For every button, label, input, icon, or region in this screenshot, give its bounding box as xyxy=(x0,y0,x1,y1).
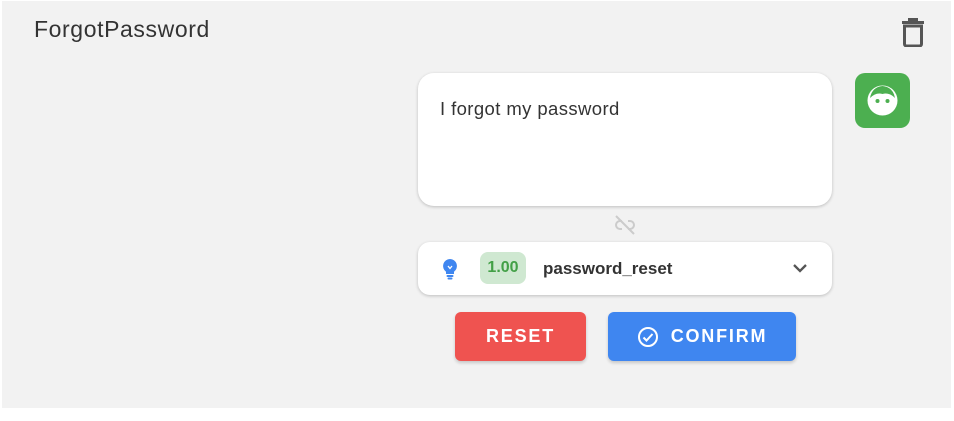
chevron-down-icon[interactable] xyxy=(790,258,810,278)
confirm-button[interactable]: CONFIRM xyxy=(608,312,796,361)
story-panel: ForgotPassword I forgot my password 1.00… xyxy=(2,1,951,408)
confirm-button-label: CONFIRM xyxy=(670,326,768,346)
intent-name: password_reset xyxy=(543,259,673,278)
confidence-badge: 1.00 xyxy=(480,252,526,284)
reset-button-label: RESET xyxy=(485,326,555,346)
lightbulb-icon xyxy=(440,258,460,280)
intent-row[interactable]: 1.00 password_reset xyxy=(418,242,832,295)
user-face-icon xyxy=(855,73,910,128)
trash-icon[interactable] xyxy=(900,15,926,48)
reset-button[interactable]: RESET xyxy=(455,312,586,361)
story-title: ForgotPassword xyxy=(34,16,210,42)
unlink-icon xyxy=(613,213,637,237)
user-message-text: I forgot my password xyxy=(440,98,620,119)
user-message-card[interactable]: I forgot my password xyxy=(418,73,832,206)
check-circle-icon xyxy=(637,326,658,347)
